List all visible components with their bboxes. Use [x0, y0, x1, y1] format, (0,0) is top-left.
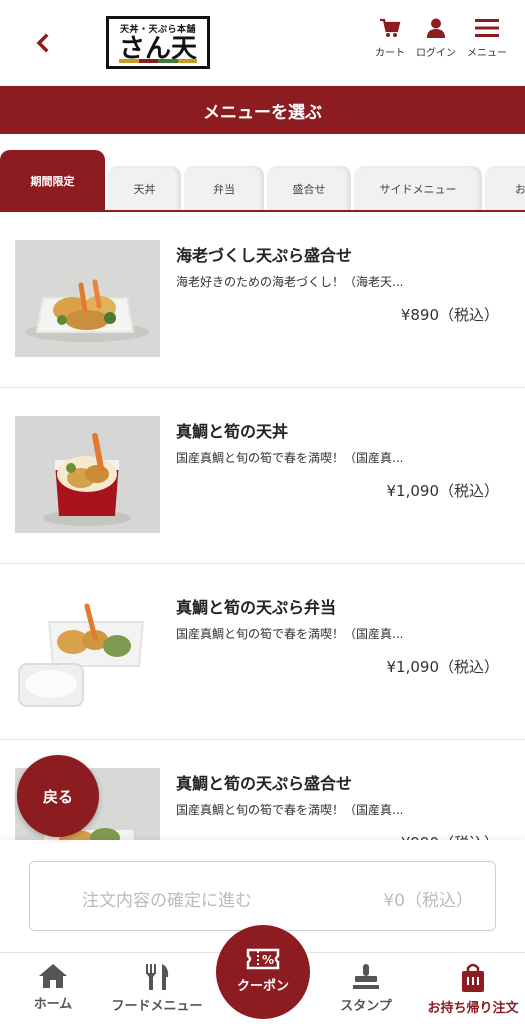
tab-tendon[interactable]: 天丼 [108, 166, 181, 212]
nav-stamp[interactable]: スタンプ [336, 963, 396, 1014]
item-name: 真鯛と筍の天ぷら弁当 [176, 598, 337, 617]
item-photo [15, 240, 160, 357]
tab-limited[interactable]: 期間限定 [0, 150, 105, 212]
category-tabs: 期間限定 天丼 弁当 盛合せ サイドメニュー お [0, 134, 525, 212]
nav-stamp-label: スタンプ [340, 999, 392, 1014]
cart-icon [380, 18, 401, 37]
coupon-icon: % [246, 948, 280, 970]
item-price: ¥890（税込） [400, 306, 499, 324]
tab-moriawase[interactable]: 盛合せ [267, 166, 351, 212]
nav-home-label: ホーム [33, 997, 73, 1012]
item-description: 国産真鯛と旬の筍で春を満喫！（国産真... [176, 803, 404, 817]
item-name: 真鯛と筍の天丼 [176, 422, 289, 441]
tab-bento[interactable]: 弁当 [184, 166, 264, 212]
stamp-icon [353, 964, 379, 989]
fork-knife-icon [146, 964, 169, 990]
item-description: 国産真鯛と旬の筍で春を満喫！（国産真... [176, 627, 404, 641]
nav-coupon[interactable]: % クーポン [216, 925, 310, 1019]
item-photo [15, 416, 160, 533]
menu-item[interactable]: 海老づくし天ぷら盛合せ 海老好きのための海老づくし！（海老天... ¥890（税… [0, 212, 525, 388]
chevron-left-icon[interactable] [30, 28, 56, 58]
login-button[interactable]: ログイン [408, 18, 464, 59]
svg-text:%: % [262, 953, 274, 967]
item-price: ¥1,090（税込） [386, 482, 500, 500]
item-description: 国産真鯛と旬の筍で春を満喫！（国産真... [176, 451, 404, 465]
nav-takeout-label: お持ち帰り注文 [427, 1001, 519, 1016]
proceed-label: 注文内容の確定に進む [82, 891, 252, 911]
nav-coupon-label: クーポン [236, 979, 289, 994]
item-photo [15, 592, 160, 709]
page-title: メニューを選ぶ [203, 102, 322, 123]
proceed-to-confirm-button[interactable]: 注文内容の確定に進む ¥0（税込） [29, 861, 496, 931]
menu-label: メニュー [467, 48, 507, 59]
back-button-label: 戻る [42, 787, 73, 806]
nav-food-menu[interactable]: フードメニュー [104, 963, 210, 1014]
tab-more[interactable]: お [485, 166, 525, 212]
nav-food-menu-label: フードメニュー [111, 999, 203, 1014]
login-label: ログイン [416, 48, 456, 59]
hamburger-icon [475, 19, 499, 37]
item-description: 海老好きのための海老づくし！（海老天... [176, 275, 404, 289]
menu-button[interactable]: メニュー [459, 18, 515, 59]
nav-home[interactable]: ホーム [28, 963, 78, 1012]
shopping-bag-icon [462, 963, 484, 992]
order-total: ¥0（税込） [383, 891, 473, 911]
menu-item[interactable]: 真鯛と筍の天ぷら弁当 国産真鯛と旬の筍で春を満喫！（国産真... ¥1,090（… [0, 564, 525, 740]
menu-item[interactable]: 真鯛と筍の天丼 国産真鯛と旬の筍で春を満喫！（国産真... ¥1,090（税込） [0, 388, 525, 564]
user-icon [427, 18, 445, 38]
item-price: ¥1,090（税込） [386, 658, 500, 676]
brand-logo[interactable]: 天丼・天ぷら本舗 さん天 [106, 16, 210, 69]
nav-takeout[interactable]: お持ち帰り注文 [421, 963, 525, 1016]
item-name: 真鯛と筍の天ぷら盛合せ [176, 774, 353, 793]
page-title-bar: メニューを選ぶ [0, 86, 525, 134]
tab-side-menu[interactable]: サイドメニュー [354, 166, 482, 212]
item-name: 海老づくし天ぷら盛合せ [176, 246, 353, 265]
home-icon [39, 964, 67, 988]
back-button[interactable]: 戻る [17, 755, 99, 837]
logo-stripe [119, 59, 197, 63]
app-header: 天丼・天ぷら本舗 さん天 カート ログイン メニュー [0, 0, 525, 86]
